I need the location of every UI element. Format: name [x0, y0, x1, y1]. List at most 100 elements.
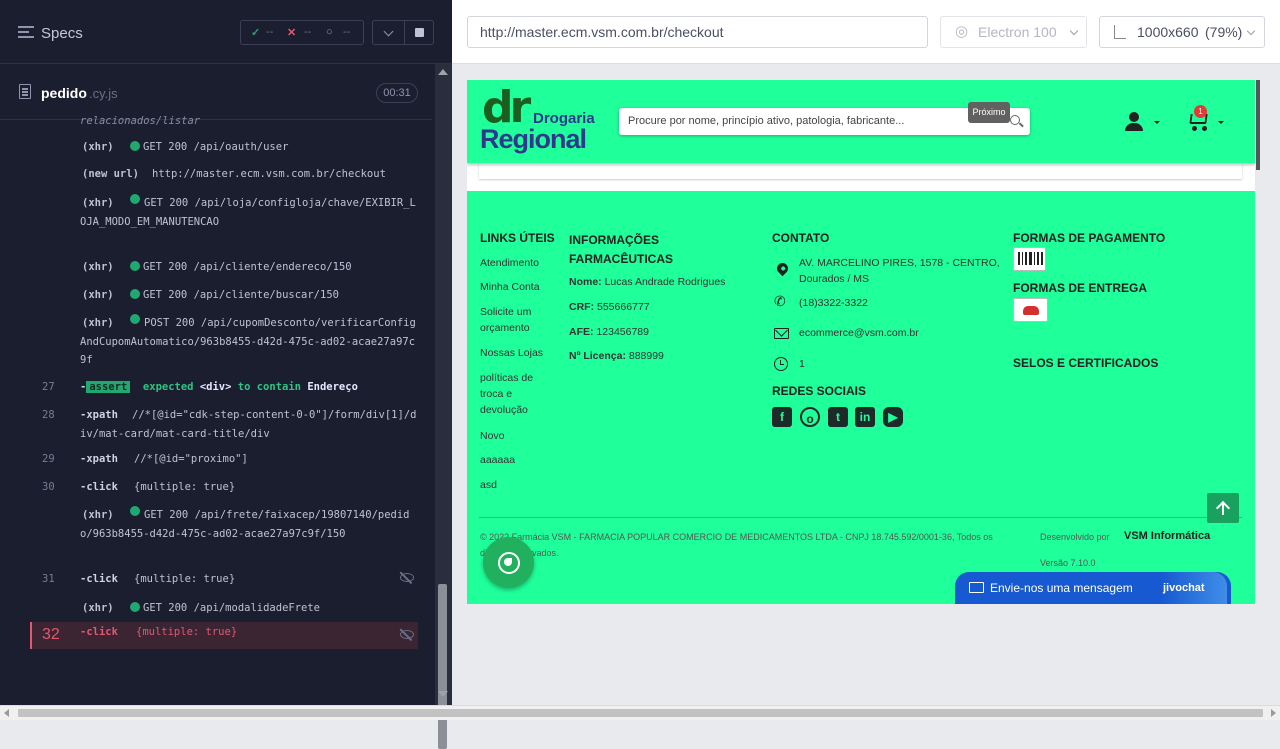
spec-duration: 00:31 [376, 83, 418, 103]
phone-icon: ✆ [774, 293, 786, 309]
test-stats: ✓ -- ✕ -- ○ -- [240, 20, 364, 45]
user-caret-icon[interactable] [1154, 121, 1160, 124]
xhr-text: GET 200 /api/loja/configloja/chave/EXIBI… [80, 197, 416, 228]
search-icon[interactable] [1010, 115, 1020, 125]
assert-text: to contain [237, 381, 301, 393]
scroll-left-icon[interactable] [4, 709, 9, 717]
delivery-title: FORMAS DE ENTREGA [1013, 281, 1148, 295]
viewport-selector[interactable]: 1000x660 (79%) [1099, 16, 1265, 48]
status-dot-icon [130, 602, 140, 612]
line-number: 30 [42, 481, 55, 493]
youtube-icon[interactable]: ▶ [883, 407, 903, 427]
xhr-entry: GET 200 /api/oauth/user [130, 138, 288, 157]
reporter-scrollbar[interactable] [435, 64, 452, 749]
browser-selector[interactable]: ◎ Electron 100 [940, 16, 1087, 48]
copyright-text: © 2022 Farmácia VSM - FARMACIA POPULAR C… [480, 532, 993, 542]
log-row[interactable]: 28 -xpath //*[@id="cdk-step-content-0-0"… [30, 406, 418, 446]
status-dot-icon [130, 289, 140, 299]
site-header: dr Drogaria Regional Procure por nome, p… [467, 80, 1255, 163]
footer-link[interactable]: Nossas Lojas [480, 345, 543, 361]
scroll-up-icon[interactable] [438, 69, 448, 75]
status-dot-icon [130, 141, 140, 151]
log-row[interactable]: (xhr) GET 200 /api/loja/configloja/chave… [30, 194, 418, 250]
contact-phone[interactable]: (18)3322-3322 [799, 295, 868, 311]
developer-name[interactable]: VSM Informática [1124, 528, 1210, 544]
twitter-icon[interactable]: t [828, 407, 848, 427]
footer-link[interactable]: aaaaaa [480, 452, 515, 468]
url-field[interactable]: http://master.ecm.vsm.com.br/checkout [467, 16, 928, 48]
search-placeholder: Procure por nome, princípio ativo, patol… [628, 115, 905, 127]
user-icon[interactable] [1124, 112, 1144, 132]
xhr-label: (xhr) [82, 289, 114, 301]
eye-slash-icon [400, 573, 414, 582]
xhr-entry: GET 200 /api/cliente/endereco/150 [130, 258, 352, 277]
links-title: LINKS ÚTEIS [480, 231, 555, 245]
jivochat-brand: jivochat [1161, 572, 1227, 604]
whatsapp-button[interactable] [483, 537, 534, 588]
pharma-info-row: Nº Licença: 888999 [569, 348, 664, 364]
log-row[interactable]: (xhr) GET 200 /api/frete/faixacep/198071… [30, 506, 418, 562]
pharma-info-row: CRF: 555666777 [569, 299, 650, 315]
seals-title: SELOS E CERTIFICADOS [1013, 356, 1159, 370]
xhr-text: GET 200 /api/modalidadeFrete [143, 602, 321, 614]
pharma-info-row: Nome: Lucas Andrade Rodrigues [569, 274, 725, 290]
footer-link[interactable]: Minha Conta [480, 279, 540, 295]
footer-link[interactable]: políticas de troca e devolução [480, 370, 548, 418]
command-args: //*[@id="cdk-step-content-0-0"]/form/div… [80, 409, 417, 440]
browser-name: Electron 100 [978, 24, 1057, 40]
info-key: Nº Licença: [569, 350, 626, 362]
command-log-panel: Specs ✓ -- ✕ -- ○ -- pedido .cy.js 00:31… [0, 0, 452, 705]
instagram-icon[interactable]: o [800, 407, 820, 427]
xhr-text: GET 200 /api/cliente/buscar/150 [143, 289, 339, 301]
payment-title: FORMAS DE PAGAMENTO [1013, 231, 1166, 245]
failed-command-row[interactable]: 32 -click {multiple: true} [30, 622, 418, 649]
scrollbar-thumb[interactable] [438, 584, 447, 749]
logo-regional: Regional [480, 124, 587, 154]
specs-label[interactable]: Specs [41, 25, 83, 42]
developed-by-label: Desenvolvido por [1040, 532, 1110, 542]
footer-link[interactable]: Solicite um orçamento [480, 304, 552, 336]
log-row[interactable]: (xhr) POST 200 /api/cupomDesconto/verifi… [30, 314, 418, 370]
command-args: {multiple: true} [134, 481, 236, 493]
horizontal-scrollbar-thumb[interactable] [18, 709, 1263, 717]
delivery-motorcycle-icon [1013, 298, 1048, 322]
boleto-icon [1013, 247, 1046, 271]
facebook-icon[interactable]: f [772, 407, 792, 427]
linkedin-icon[interactable]: in [855, 407, 875, 427]
footer-link[interactable]: Novo [480, 428, 505, 444]
pharma-info-title: INFORMAÇÕES FARMACÊUTICAS [569, 233, 673, 266]
specs-list-icon[interactable] [18, 26, 34, 40]
xhr-entry: GET 200 /api/modalidadeFrete [130, 599, 320, 618]
jivochat-widget[interactable]: Envie-nos uma mensagem jivochat [955, 572, 1231, 604]
line-number: 32 [42, 626, 60, 643]
command-name: -xpath [80, 453, 118, 465]
toggle-auto-scroll-button[interactable] [372, 20, 405, 45]
aut-header: http://master.ecm.vsm.com.br/checkout ◎ … [452, 0, 1280, 64]
xhr-text: GET 200 /api/oauth/user [143, 141, 289, 153]
contact-title: CONTATO [772, 231, 830, 245]
contact-email[interactable]: ecommerce@vsm.com.br [799, 325, 919, 341]
cut-off-text: relacionados/listar [80, 115, 201, 127]
assert-entry: - assert expected <div> to contain Endere… [80, 378, 358, 397]
envelope-icon [969, 582, 984, 593]
scroll-right-icon[interactable] [1271, 709, 1276, 717]
info-value: 888999 [628, 350, 664, 362]
stop-button[interactable] [404, 20, 434, 45]
horizontal-scrollbar[interactable] [0, 705, 1280, 720]
failed-icon: ✕ [287, 27, 297, 39]
site-logo[interactable]: dr Drogaria Regional [479, 86, 605, 156]
footer-link[interactable]: Atendimento [480, 255, 539, 271]
pending-icon: ○ [326, 26, 333, 38]
cart-caret-icon[interactable] [1218, 121, 1224, 124]
footer-link[interactable]: asd [480, 477, 497, 493]
scroll-to-top-button[interactable] [1207, 493, 1239, 523]
failed-count: -- [304, 26, 312, 38]
viewport-size: 1000x660 [1137, 24, 1199, 40]
contact-address: AV. MARCELINO PIRES, 1578 - CENTRO, Dour… [799, 257, 1000, 285]
line-number: 29 [42, 453, 55, 465]
file-icon [19, 84, 31, 99]
scroll-down-icon[interactable] [438, 691, 448, 697]
site-scrollbar[interactable] [1256, 80, 1260, 170]
info-key: CRF: [569, 301, 595, 313]
command-args: {multiple: true} [134, 573, 236, 585]
